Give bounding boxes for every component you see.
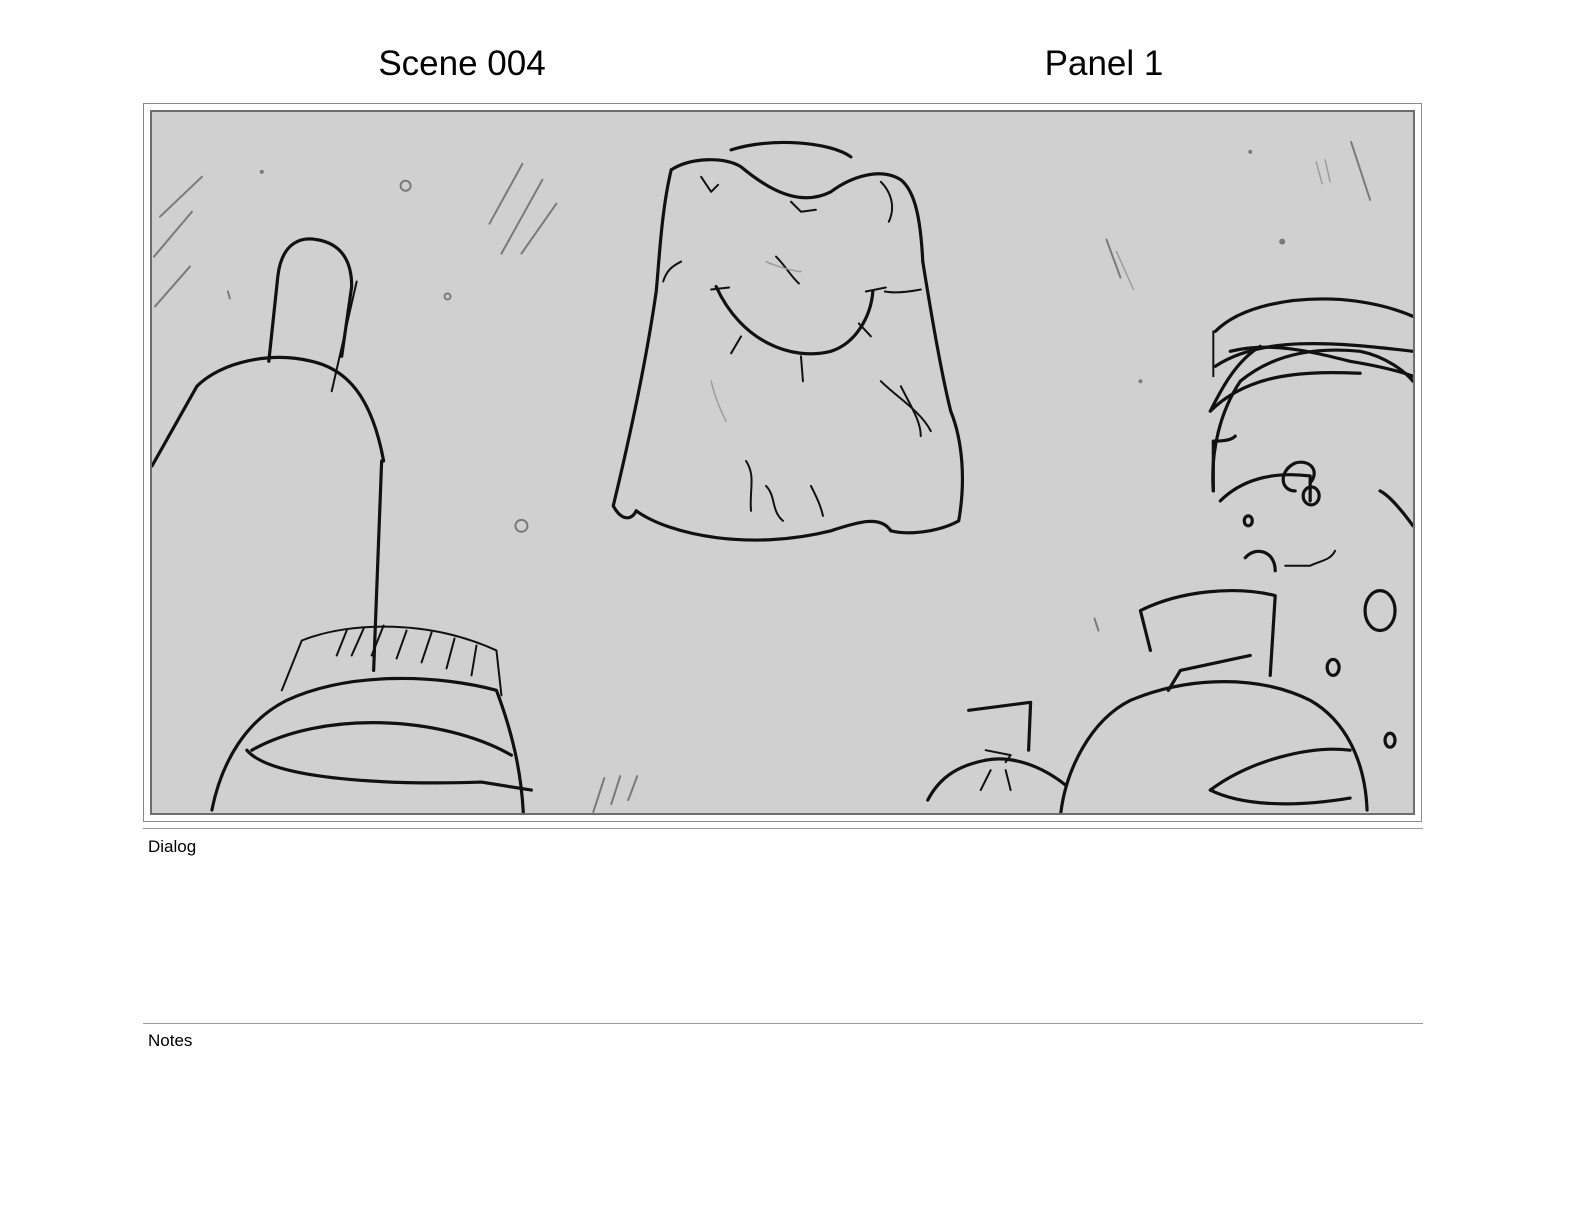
sketch-drawing — [152, 140, 1413, 813]
dialog-divider — [143, 828, 1423, 829]
motion-marks — [152, 140, 1372, 813]
left-figure-sketch — [152, 237, 533, 813]
center-figure-sketch — [611, 140, 965, 542]
notes-text — [148, 1056, 1418, 1206]
storyboard-panel-frame — [143, 103, 1422, 822]
right-figure-sketch — [926, 297, 1413, 813]
panel-title: Panel 1 — [1044, 44, 1164, 83]
dialog-text — [148, 862, 1418, 1012]
scene-title: Scene 004 — [378, 44, 546, 83]
dialog-label: Dialog — [148, 837, 197, 856]
notes-divider — [143, 1023, 1423, 1024]
notes-label: Notes — [148, 1031, 193, 1050]
storyboard-panel-sketch — [150, 110, 1415, 815]
